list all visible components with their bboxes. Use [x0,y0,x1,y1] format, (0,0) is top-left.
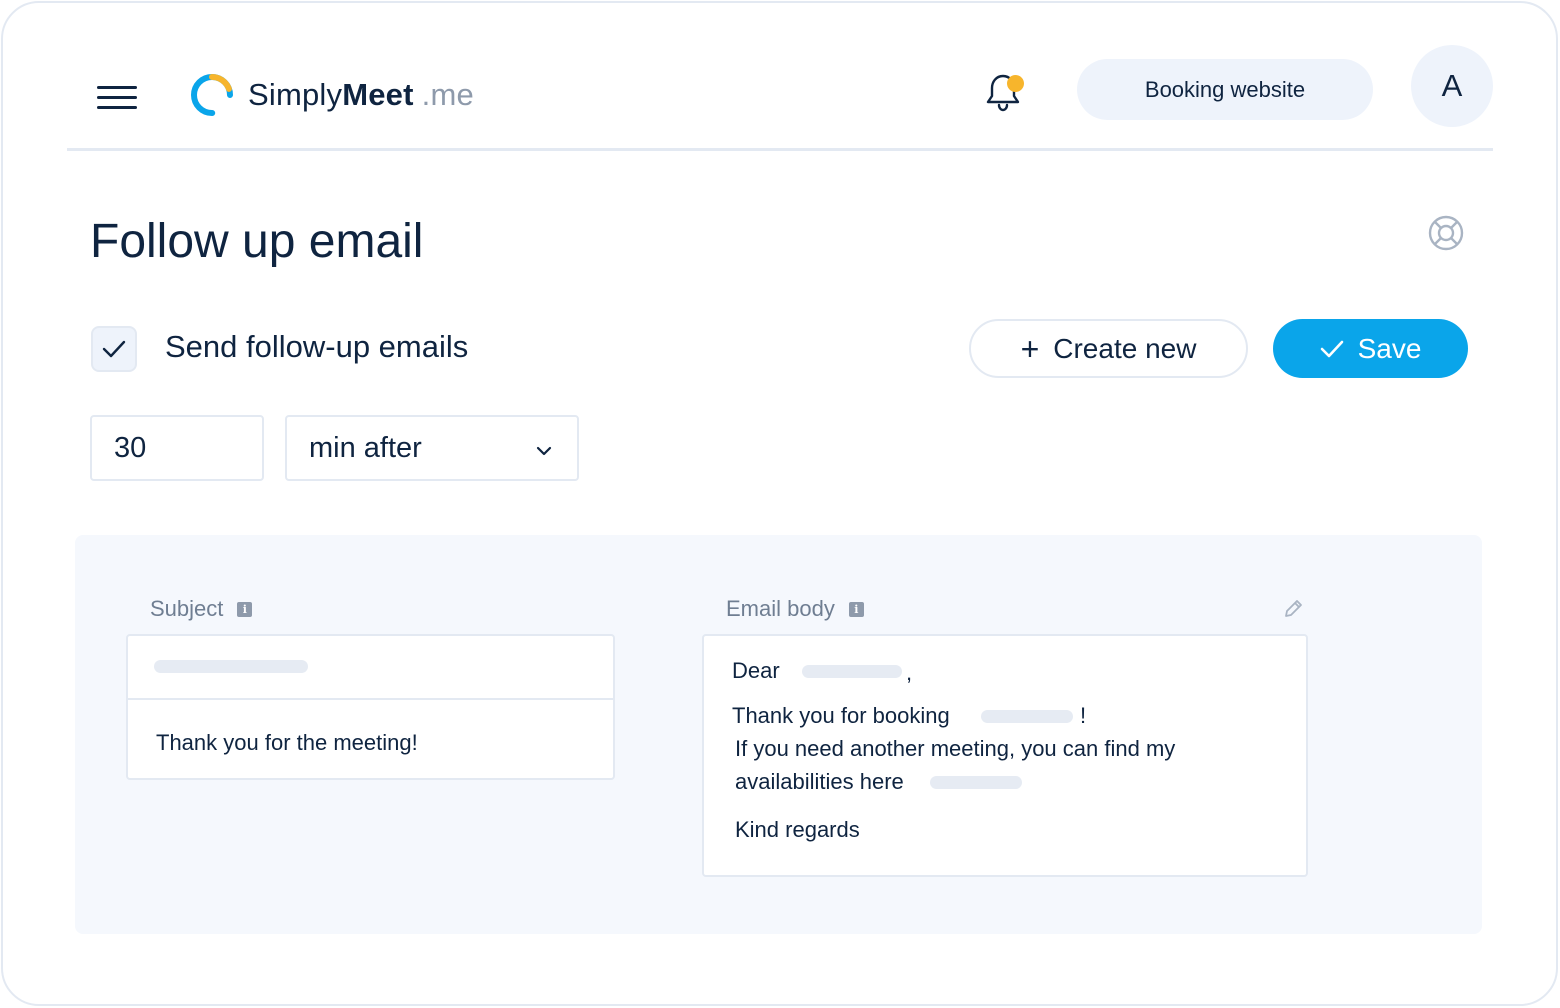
logo-ring-icon [191,74,233,116]
email-body-label: Email body i [726,596,864,622]
body-thanks: Thank you for booking [732,703,950,728]
booking-website-button[interactable]: Booking website [1077,59,1373,120]
delay-amount-input[interactable]: 30 [90,415,264,481]
avatar[interactable]: A [1411,45,1493,127]
variable-placeholder[interactable] [981,710,1073,723]
logo[interactable]: SimplyMeet .me [188,70,474,120]
body-line-4: availabilities here [735,769,904,794]
info-icon[interactable]: i [237,601,253,617]
body-greeting: Dear [732,658,780,683]
hamburger-menu-icon[interactable] [97,86,137,110]
body-closing: Kind regards [735,817,860,842]
body-greeting-comma: , [906,660,913,685]
subject-text: Thank you for the meeting! [156,730,418,755]
checkmark-icon [1320,340,1343,357]
variable-placeholder[interactable] [930,776,1022,789]
send-followup-checkbox[interactable] [91,326,137,372]
send-followup-label: Send follow-up emails [165,329,469,364]
delay-unit-select[interactable]: min after [285,415,579,481]
variable-placeholder[interactable] [802,665,902,678]
notification-dot [1007,75,1024,92]
plus-icon: + [1020,330,1040,367]
notifications-button[interactable] [984,72,1028,112]
header-divider [67,148,1493,151]
create-new-button[interactable]: + Create new [969,319,1248,378]
subject-label: Subject i [150,596,253,622]
logo-text: SimplyMeet .me [248,77,474,112]
lifebuoy-icon[interactable] [1427,214,1465,252]
checkmark-icon [102,340,126,358]
delay-unit-value: min after [309,431,422,464]
pencil-icon[interactable] [1282,598,1304,620]
save-button[interactable]: Save [1273,319,1468,378]
email-body-field[interactable]: Dear , Thank you for booking ! If you ne… [702,634,1308,877]
create-new-label: Create new [1053,332,1197,364]
chevron-down-icon [536,446,552,456]
body-thanks-exclaim: ! [1080,703,1087,728]
variable-placeholder[interactable] [154,660,308,673]
subject-divider [128,698,613,700]
subject-field[interactable]: Thank you for the meeting! [126,634,615,780]
save-label: Save [1357,332,1422,364]
body-line-3: If you need another meeting, you can fin… [735,736,1176,761]
page-title: Follow up email [90,215,424,268]
info-icon[interactable]: i [848,601,864,617]
